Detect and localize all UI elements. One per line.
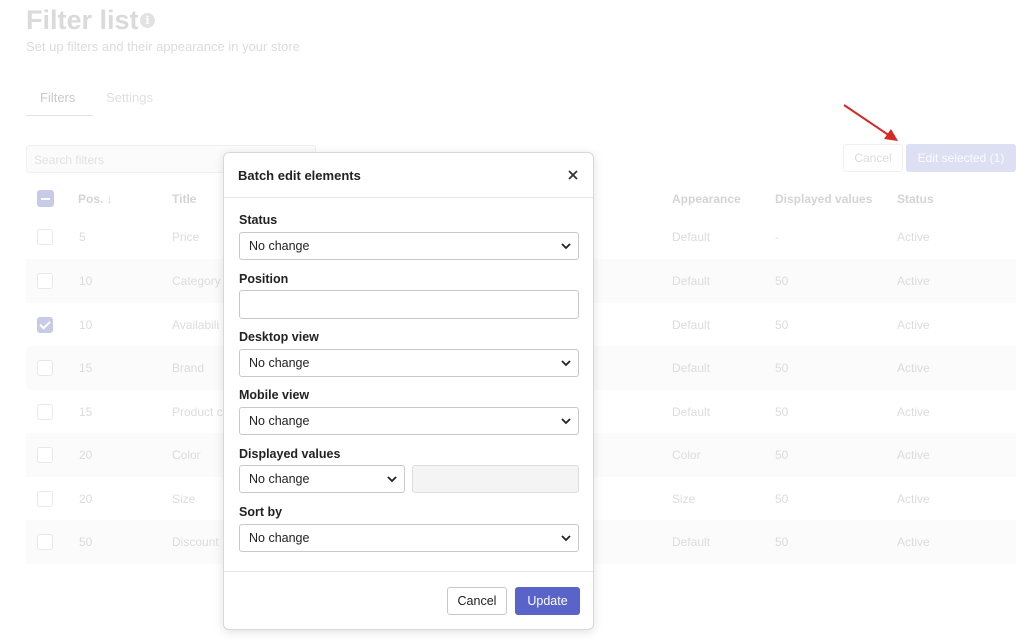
chevron-down-icon	[387, 476, 397, 483]
modal-header: Batch edit elements	[224, 153, 593, 198]
cell-appearance: Default	[672, 230, 711, 244]
page: Filter list i Set up filters and their a…	[0, 0, 1028, 642]
cell-displayed-values: 50	[775, 492, 789, 506]
mobile-view-select[interactable]: No change	[239, 407, 579, 435]
close-icon[interactable]	[565, 167, 581, 183]
batch-edit-modal: Batch edit elements Status No change Pos…	[223, 152, 594, 630]
cell-appearance: Default	[672, 535, 711, 549]
cell-title: Price	[172, 230, 200, 244]
cell-title: Availabili	[172, 318, 220, 332]
update-button[interactable]: Update	[515, 587, 580, 615]
row-checkbox[interactable]	[37, 317, 53, 333]
status-label: Status	[239, 213, 278, 227]
column-header-appearance[interactable]: Appearance	[672, 186, 741, 212]
cell-title: Brand	[172, 361, 205, 375]
cell-appearance: Default	[672, 318, 711, 332]
page-subtitle: Set up filters and their appearance in y…	[26, 39, 300, 54]
cell-title: Color	[172, 448, 201, 462]
chevron-down-icon	[561, 418, 571, 425]
row-checkbox[interactable]	[37, 447, 53, 463]
column-header-title[interactable]: Title	[172, 186, 196, 212]
toolbar-cancel-button[interactable]: Cancel	[843, 144, 903, 172]
tab-settings[interactable]: Settings	[106, 90, 153, 105]
cell-title: Size	[172, 492, 196, 506]
displayed-values-count-input	[412, 465, 579, 493]
position-label: Position	[239, 272, 289, 286]
sort-by-select-value: No change	[249, 531, 310, 545]
cell-title: Category	[172, 274, 221, 288]
cell-pos: 10	[79, 318, 93, 332]
position-input[interactable]	[239, 290, 579, 319]
row-checkbox[interactable]	[37, 491, 53, 507]
cell-status: Active	[897, 448, 930, 462]
cell-pos: 15	[79, 361, 93, 375]
cell-status: Active	[897, 405, 930, 419]
sort-by-label: Sort by	[239, 505, 283, 519]
desktop-view-label: Desktop view	[239, 330, 319, 344]
sort-by-select[interactable]: No change	[239, 524, 579, 552]
cell-status: Active	[897, 274, 930, 288]
chevron-down-icon	[561, 360, 571, 367]
cell-displayed-values: 50	[775, 448, 789, 462]
mobile-view-label: Mobile view	[239, 388, 310, 402]
cell-displayed-values: -	[775, 230, 779, 244]
cell-appearance: Default	[672, 274, 711, 288]
cell-displayed-values: 50	[775, 361, 789, 375]
page-title: Filter list	[26, 5, 139, 35]
chevron-down-icon	[561, 535, 571, 542]
cell-status: Active	[897, 318, 930, 332]
cell-appearance: Size	[672, 492, 696, 506]
cell-status: Active	[897, 361, 930, 375]
cell-appearance: Default	[672, 405, 711, 419]
displayed-values-select[interactable]: No change	[239, 465, 405, 493]
row-checkbox[interactable]	[37, 273, 53, 289]
cell-appearance: Default	[672, 361, 711, 375]
cell-appearance: Color	[672, 448, 701, 462]
active-tab-indicator	[26, 115, 93, 116]
row-checkbox[interactable]	[37, 360, 53, 376]
cell-displayed-values: 50	[775, 318, 789, 332]
cell-pos: 15	[79, 405, 93, 419]
cell-displayed-values: 50	[775, 405, 789, 419]
desktop-view-select-value: No change	[249, 356, 310, 370]
select-all-checkbox[interactable]	[37, 190, 54, 207]
cell-title: Product c	[172, 405, 223, 419]
cell-pos: 10	[79, 274, 93, 288]
cancel-button[interactable]: Cancel	[447, 587, 507, 615]
cell-status: Active	[897, 230, 930, 244]
mobile-view-select-value: No change	[249, 414, 310, 428]
cell-pos: 50	[79, 535, 93, 549]
cell-title: Discount	[172, 535, 219, 549]
row-checkbox[interactable]	[37, 229, 53, 245]
cell-pos: 20	[79, 448, 93, 462]
cell-displayed-values: 50	[775, 274, 789, 288]
column-header-pos[interactable]: Pos. ↓	[78, 186, 113, 212]
displayed-values-label: Displayed values	[239, 447, 341, 461]
cell-displayed-values: 50	[775, 535, 789, 549]
cell-status: Active	[897, 535, 930, 549]
tab-filters[interactable]: Filters	[40, 90, 75, 105]
edit-selected-button[interactable]: Edit selected (1)	[906, 144, 1016, 172]
modal-footer: Cancel Update	[224, 571, 593, 631]
status-select-value: No change	[249, 239, 310, 253]
column-header-displayed-values[interactable]: Displayed values	[775, 186, 872, 212]
annotation-arrow-icon	[843, 104, 898, 141]
row-checkbox[interactable]	[37, 534, 53, 550]
info-icon[interactable]: i	[140, 13, 155, 28]
chevron-down-icon	[561, 243, 571, 250]
column-header-status[interactable]: Status	[897, 186, 934, 212]
cell-pos: 20	[79, 492, 93, 506]
desktop-view-select[interactable]: No change	[239, 349, 579, 377]
status-select[interactable]: No change	[239, 232, 579, 260]
displayed-values-select-value: No change	[249, 472, 310, 486]
cell-pos: 5	[79, 230, 86, 244]
tab-bar: Filters Settings	[26, 90, 276, 116]
cell-status: Active	[897, 492, 930, 506]
row-checkbox[interactable]	[37, 404, 53, 420]
modal-title: Batch edit elements	[238, 168, 361, 183]
